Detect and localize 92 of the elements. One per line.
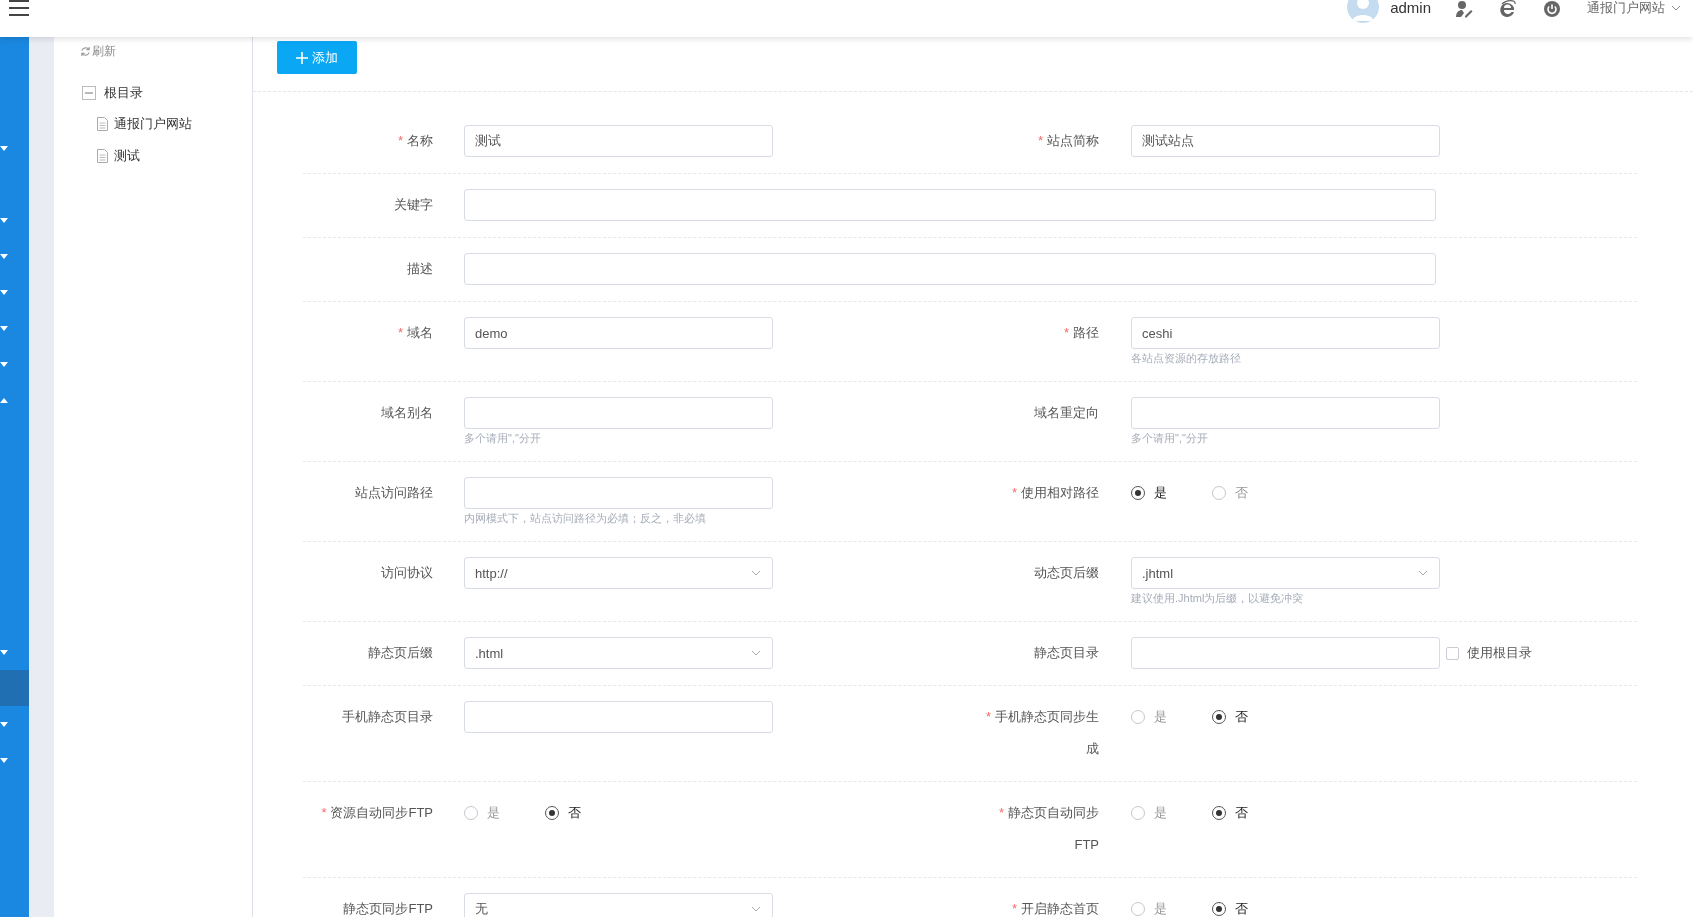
sidebar-item[interactable] bbox=[0, 670, 29, 706]
option-label: 是 bbox=[487, 804, 500, 822]
field-label: 域名别名 bbox=[380, 404, 433, 422]
chevron-icon bbox=[1417, 569, 1429, 577]
caret-down-icon bbox=[0, 721, 8, 727]
option-label: 否 bbox=[1235, 900, 1248, 917]
caret-down-icon bbox=[0, 253, 8, 259]
field-label: 静态页后缀 bbox=[367, 644, 433, 662]
field-label: * 手机静态页同步生成 bbox=[984, 708, 1099, 758]
username[interactable]: admin bbox=[1390, 0, 1431, 16]
chevron-icon bbox=[750, 649, 762, 657]
field-hint: 多个请用","分开 bbox=[1131, 432, 1209, 445]
user-edit-icon[interactable] bbox=[1455, 0, 1473, 18]
select-field[interactable]: 无 bbox=[464, 893, 773, 917]
option-label: 否 bbox=[1235, 708, 1248, 726]
text-input[interactable]: 测试 bbox=[464, 125, 773, 157]
field-label: * 域名 bbox=[396, 324, 433, 342]
option-label: 是 bbox=[1154, 484, 1167, 502]
text-input[interactable]: ceshi bbox=[1131, 317, 1440, 349]
checkbox-label: 使用根目录 bbox=[1467, 644, 1532, 662]
caret-down-icon bbox=[0, 217, 8, 223]
caret-down-icon bbox=[0, 289, 8, 295]
radio-button[interactable] bbox=[1212, 806, 1226, 820]
field-label: 动态页后缀 bbox=[1033, 564, 1099, 582]
field-hint: 各站点资源的存放路径 bbox=[1131, 352, 1242, 365]
field-label: 关键字 bbox=[393, 196, 433, 214]
tree-label: 通报门户网站 bbox=[114, 115, 192, 133]
refresh-icon bbox=[80, 46, 91, 57]
field-label: 静态页同步FTP bbox=[342, 900, 433, 917]
refresh-button[interactable]: 刷新 bbox=[80, 43, 116, 60]
text-input[interactable] bbox=[464, 701, 773, 733]
tree-label: 根目录 bbox=[104, 84, 143, 102]
field-label: * 使用相对路径 bbox=[1010, 484, 1099, 502]
caret-down-icon bbox=[0, 361, 8, 367]
field-hint: 内网模式下，站点访问路径为必填；反之，非必填 bbox=[464, 512, 707, 525]
field-label: 域名重定向 bbox=[1033, 404, 1099, 422]
field-label: * 路径 bbox=[1062, 324, 1099, 342]
select-field[interactable]: .html bbox=[464, 637, 773, 669]
field-label: * 资源自动同步FTP bbox=[320, 804, 433, 822]
text-input[interactable] bbox=[1131, 397, 1440, 429]
text-input[interactable] bbox=[464, 477, 773, 509]
power-icon[interactable] bbox=[1543, 0, 1561, 18]
text-input[interactable] bbox=[464, 397, 773, 429]
field-hint: 建议使用.Jhtml为后缀，以避免冲突 bbox=[1131, 592, 1305, 605]
field-label: * 开启静态首页 bbox=[1010, 900, 1099, 917]
browser-icon[interactable] bbox=[1499, 0, 1517, 18]
radio-button[interactable] bbox=[545, 806, 559, 820]
field-label: 站点访问路径 bbox=[354, 484, 433, 502]
text-input[interactable] bbox=[464, 253, 1436, 285]
option-label: 否 bbox=[1235, 804, 1248, 822]
field-label: * 名称 bbox=[396, 132, 433, 150]
chevron-icon bbox=[750, 905, 762, 913]
field-label: 访问协议 bbox=[380, 564, 433, 582]
field-label: * 静态页自动同步FTP bbox=[997, 804, 1099, 854]
collapse-icon[interactable] bbox=[82, 86, 96, 100]
select-field[interactable]: http:// bbox=[464, 557, 773, 589]
option-label: 是 bbox=[1154, 708, 1167, 726]
field-label: 描述 bbox=[406, 260, 433, 278]
caret-down-icon bbox=[0, 757, 8, 763]
site-switcher[interactable]: 通报门户网站 bbox=[1587, 0, 1681, 16]
caret-down-icon bbox=[0, 325, 8, 331]
caret-down-icon bbox=[0, 145, 8, 151]
field-label: * 站点简称 bbox=[1036, 132, 1099, 150]
text-input[interactable]: demo bbox=[464, 317, 773, 349]
file-icon bbox=[97, 117, 108, 131]
field-label: 手机静态页目录 bbox=[341, 708, 433, 726]
field-label: 静态页目录 bbox=[1033, 644, 1099, 662]
select-field[interactable]: .jhtml bbox=[1131, 557, 1440, 589]
file-icon bbox=[97, 149, 108, 163]
menu-icon[interactable] bbox=[9, 0, 29, 18]
field-hint: 多个请用","分开 bbox=[464, 432, 542, 445]
tree-node[interactable]: 根目录 bbox=[82, 84, 252, 102]
caret-down-icon bbox=[0, 649, 8, 655]
checkbox[interactable] bbox=[1446, 646, 1459, 660]
chevron-icon bbox=[750, 569, 762, 577]
tree-label: 测试 bbox=[114, 147, 140, 165]
radio-button[interactable] bbox=[1212, 902, 1226, 916]
option-label: 是 bbox=[1154, 900, 1167, 917]
caret-up-icon bbox=[0, 397, 8, 403]
option-label: 是 bbox=[1154, 804, 1167, 822]
plus-icon bbox=[296, 51, 308, 64]
text-input[interactable] bbox=[464, 189, 1436, 221]
tree-node[interactable]: 测试 bbox=[97, 140, 252, 172]
option-label: 否 bbox=[568, 804, 581, 822]
text-input[interactable] bbox=[1131, 637, 1440, 669]
tree-node[interactable]: 通报门户网站 bbox=[97, 108, 252, 140]
radio-button[interactable] bbox=[1212, 710, 1226, 724]
avatar[interactable] bbox=[1347, 0, 1380, 23]
radio-button[interactable] bbox=[1131, 486, 1145, 500]
chevron-icon bbox=[1671, 4, 1681, 12]
option-label: 否 bbox=[1235, 484, 1248, 502]
text-input[interactable]: 测试站点 bbox=[1131, 125, 1440, 157]
